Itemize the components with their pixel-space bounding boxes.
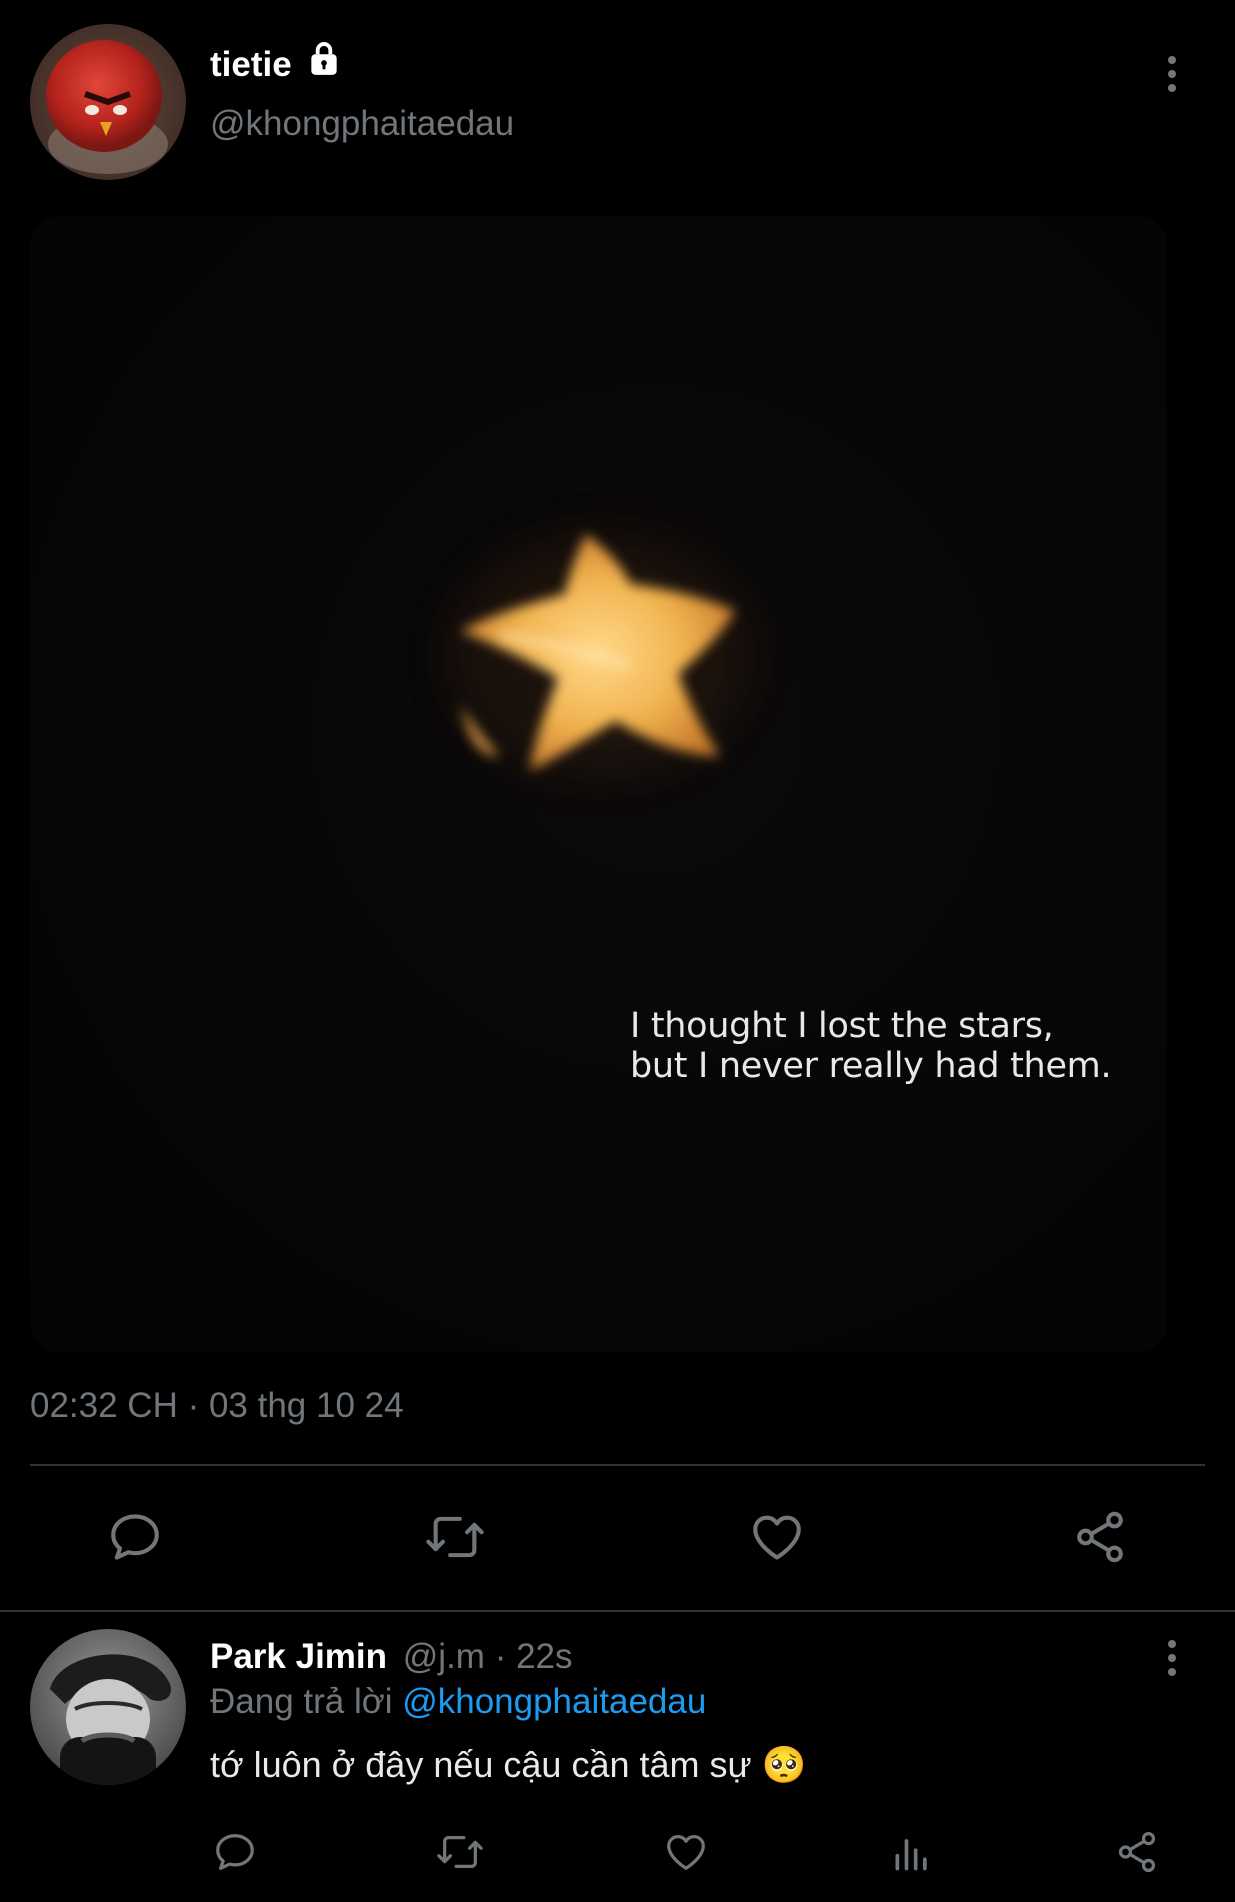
reply-retweet-icon[interactable]: [430, 1822, 490, 1882]
reply-like-icon[interactable]: [656, 1822, 716, 1882]
retweet-icon[interactable]: [420, 1502, 490, 1572]
reply-handle-time: @j.m · 22s: [402, 1637, 573, 1676]
reply-icon[interactable]: [100, 1502, 170, 1572]
reply-text: tớ luôn ở đây nếu cậu cần tâm sự 🥺: [210, 1744, 806, 1786]
replying-to-line: Đang trả lời @khongphaitaedau: [210, 1682, 706, 1722]
divider: [30, 1464, 1205, 1466]
pleading-face-emoji: 🥺: [761, 1745, 807, 1786]
media-caption-line1: I thought I lost the stars,: [630, 1006, 1054, 1046]
more-options-icon[interactable]: [1152, 44, 1192, 104]
replying-to-mention[interactable]: @khongphaitaedau: [402, 1682, 706, 1721]
reply-author-name-row: Park Jimin @j.m · 22s: [210, 1637, 573, 1677]
author-avatar[interactable]: [30, 24, 186, 180]
author-name-row: tietie: [210, 40, 343, 87]
media-caption-line2: but I never really had them.: [630, 1046, 1112, 1086]
reply-reply-icon[interactable]: [205, 1822, 265, 1882]
reply-body: tớ luôn ở đây nếu cậu cần tâm sự: [210, 1744, 752, 1785]
author-handle[interactable]: @khongphaitaedau: [210, 104, 514, 144]
lock-icon: [305, 40, 343, 87]
replying-to-prefix: Đang trả lời: [210, 1682, 393, 1721]
like-icon[interactable]: [742, 1502, 812, 1572]
star-image: [450, 534, 750, 776]
reply-share-icon[interactable]: [1107, 1822, 1167, 1882]
tweet-timestamp[interactable]: 02:32 CH · 03 thg 10 24: [30, 1386, 404, 1426]
media-caption: I thought I lost the stars, but I never …: [630, 1006, 1150, 1086]
author-display-name: tietie: [210, 45, 292, 84]
reply-views-icon[interactable]: [882, 1822, 942, 1882]
share-icon[interactable]: [1065, 1502, 1135, 1572]
reply-author-avatar[interactable]: [30, 1629, 186, 1785]
reply-more-options-icon[interactable]: [1152, 1628, 1192, 1688]
reply-author-display-name[interactable]: Park Jimin: [210, 1637, 387, 1676]
divider: [0, 1610, 1235, 1612]
tweet-media-image[interactable]: I thought I lost the stars, but I never …: [30, 216, 1167, 1352]
